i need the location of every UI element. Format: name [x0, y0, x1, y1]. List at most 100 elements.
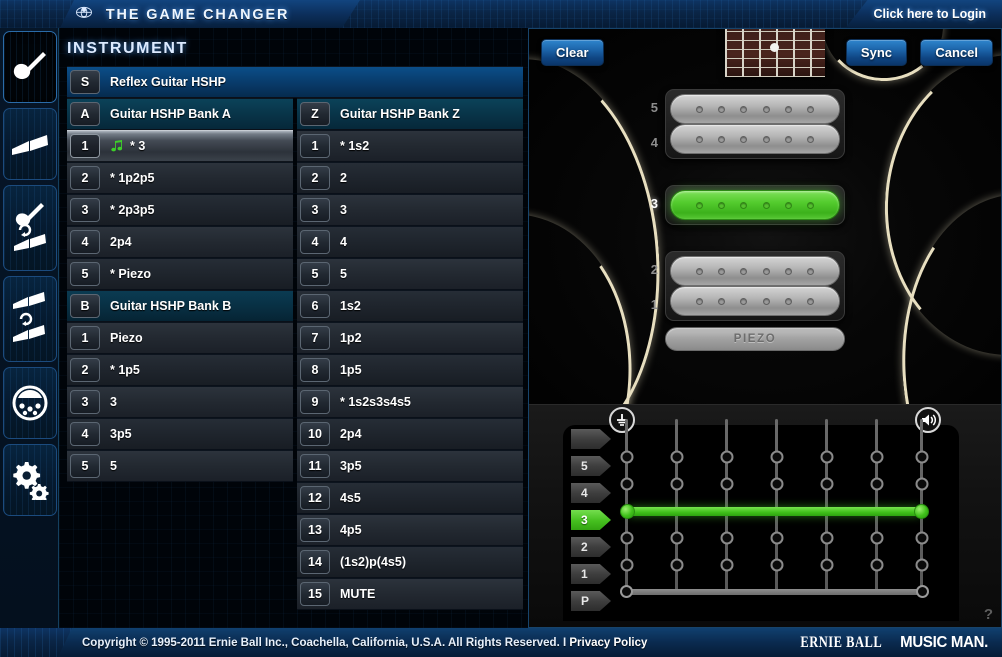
row-label: 2p4 — [339, 427, 362, 441]
pickup-single-middle[interactable]: 3 — [651, 185, 845, 225]
matrix-node[interactable] — [670, 450, 683, 464]
table-row[interactable]: 5 5 — [67, 450, 294, 482]
matrix-node[interactable] — [915, 531, 928, 545]
matrix-node[interactable] — [720, 531, 733, 545]
sidebar-item-library[interactable] — [3, 108, 57, 180]
matrix-node[interactable] — [620, 477, 633, 491]
sidebar-item-library-library-sync[interactable] — [3, 276, 57, 362]
sidebar-item-guitar-library-sync[interactable] — [3, 185, 57, 271]
table-row[interactable]: 1 Piezo — [67, 322, 294, 354]
guitar-book-sync-icon — [14, 203, 46, 251]
privacy-policy-link[interactable]: Privacy Policy — [569, 637, 647, 649]
matrix-node[interactable] — [720, 477, 733, 491]
matrix-node[interactable] — [720, 558, 733, 572]
clear-button[interactable]: Clear — [541, 39, 604, 66]
matrix-node[interactable] — [820, 558, 833, 572]
sync-button[interactable]: Sync — [845, 39, 907, 66]
set-row[interactable]: S Reflex Guitar HSHP — [67, 66, 523, 98]
table-row[interactable]: 2 * 1p5 — [67, 354, 294, 386]
connection-endpoint[interactable] — [620, 504, 635, 519]
table-row[interactable]: 2 * 1p2p5 — [67, 162, 294, 194]
matrix-node[interactable] — [770, 531, 783, 545]
matrix-node[interactable] — [670, 558, 683, 572]
table-row[interactable]: 2 2 — [296, 162, 523, 194]
bank-z-header-row[interactable]: Z Guitar HSHP Bank Z — [296, 98, 523, 130]
matrix-node[interactable] — [915, 477, 928, 491]
pickup-humbucker-neck[interactable]: 5 4 — [651, 89, 845, 159]
cancel-button[interactable]: Cancel — [920, 39, 993, 66]
table-row[interactable]: 14 (1s2)p(4s5) — [296, 546, 523, 578]
matrix-row-label-3[interactable]: 3 — [571, 510, 611, 530]
matrix-row-label-5[interactable]: 5 — [571, 456, 611, 476]
matrix-node[interactable] — [915, 450, 928, 464]
matrix-row-label-2[interactable]: 2 — [571, 537, 611, 557]
matrix-node[interactable] — [770, 477, 783, 491]
connection-endpoint[interactable] — [620, 585, 633, 598]
table-row[interactable]: 4 2p4 — [67, 226, 294, 258]
guitar-view-panel: Clear Sync Cancel 5 4 3 2 1 PIEZO 5 4 3 … — [528, 28, 1002, 628]
sidebar-item-instrument[interactable] — [3, 31, 57, 103]
table-row[interactable]: 4 4 — [296, 226, 523, 258]
sidebar-item-midi[interactable] — [3, 367, 57, 439]
table-row[interactable]: 6 1s2 — [296, 290, 523, 322]
bank-b-header-row[interactable]: B Guitar HSHP Bank B — [67, 290, 294, 322]
matrix-connection-row3[interactable] — [620, 504, 929, 519]
help-icon[interactable]: ? — [984, 606, 993, 623]
bank-a-header-row[interactable]: A Guitar HSHP Bank A — [67, 98, 294, 130]
matrix-row-label-4[interactable]: 4 — [571, 483, 611, 503]
table-row[interactable]: 13 4p5 — [296, 514, 523, 546]
connection-endpoint[interactable] — [916, 585, 929, 598]
matrix-node[interactable] — [620, 450, 633, 464]
table-row[interactable]: 9 * 1s2s3s4s5 — [296, 386, 523, 418]
login-button[interactable]: Click here to Login — [845, 0, 1002, 28]
table-row[interactable]: 5 * Piezo — [67, 258, 294, 290]
matrix-node[interactable] — [770, 558, 783, 572]
connection-endpoint[interactable] — [914, 504, 929, 519]
pole-piece-icon — [784, 105, 792, 113]
matrix-connection-rowp[interactable] — [620, 585, 929, 598]
matrix-grid — [620, 419, 941, 609]
pickup-coil-4[interactable] — [670, 124, 840, 154]
piezo-pickup[interactable]: PIEZO — [665, 327, 845, 351]
table-row[interactable]: 4 3p5 — [67, 418, 294, 450]
matrix-node[interactable] — [770, 450, 783, 464]
matrix-node[interactable] — [620, 531, 633, 545]
matrix-node[interactable] — [915, 558, 928, 572]
matrix-node[interactable] — [870, 450, 883, 464]
pickup-coil-2[interactable] — [670, 256, 840, 286]
table-row[interactable]: 12 4s5 — [296, 482, 523, 514]
pickup-coil-5[interactable] — [670, 94, 840, 124]
table-row[interactable]: 15 MUTE — [296, 578, 523, 610]
table-row[interactable]: 7 1p2 — [296, 322, 523, 354]
matrix-node[interactable] — [870, 477, 883, 491]
sidebar-item-settings[interactable] — [3, 444, 57, 516]
row-number: 5 — [70, 262, 100, 286]
table-row[interactable]: 5 5 — [296, 258, 523, 290]
table-row[interactable]: 10 2p4 — [296, 418, 523, 450]
matrix-node[interactable] — [820, 531, 833, 545]
matrix-node[interactable] — [870, 531, 883, 545]
matrix-row-label-1[interactable]: 1 — [571, 564, 611, 584]
table-row[interactable]: 11 3p5 — [296, 450, 523, 482]
pickup-humbucker-bridge[interactable]: 2 1 — [651, 251, 845, 321]
table-row[interactable]: 8 1p5 — [296, 354, 523, 386]
matrix-row-label-p[interactable]: P — [571, 591, 611, 611]
table-row[interactable]: 1 * 3 — [67, 130, 294, 162]
pickup-coil-3[interactable] — [670, 190, 840, 220]
matrix-node[interactable] — [670, 477, 683, 491]
matrix-node[interactable] — [670, 531, 683, 545]
book-book-sync-icon — [13, 292, 45, 342]
table-row[interactable]: 1 * 1s2 — [296, 130, 523, 162]
matrix-node[interactable] — [820, 477, 833, 491]
table-row[interactable]: 3 * 2p3p5 — [67, 194, 294, 226]
row-number: 7 — [299, 326, 330, 350]
matrix-node[interactable] — [870, 558, 883, 572]
matrix-node[interactable] — [620, 558, 633, 572]
pole-piece-icon — [740, 201, 748, 209]
matrix-node[interactable] — [820, 450, 833, 464]
matrix-row-label-blank[interactable] — [571, 429, 611, 449]
table-row[interactable]: 3 3 — [296, 194, 523, 226]
pickup-coil-1[interactable] — [670, 286, 840, 316]
table-row[interactable]: 3 3 — [67, 386, 294, 418]
matrix-node[interactable] — [720, 450, 733, 464]
